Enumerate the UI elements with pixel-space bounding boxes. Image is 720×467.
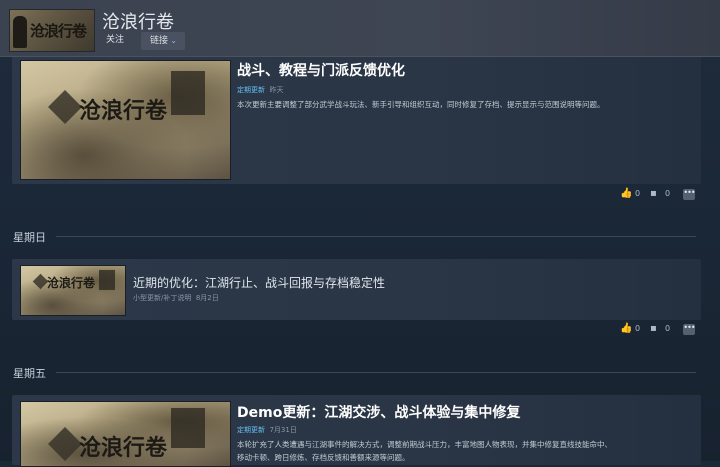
thumbs-up-icon[interactable]: 👍 xyxy=(620,188,632,199)
post-date: 8月2日 xyxy=(195,294,219,302)
post-thumbnail[interactable]: 沧浪行卷 xyxy=(20,60,231,180)
post-description-line: 本轮扩充了人类遭遇与江湖事件的解决方式，调整前期战斗压力，丰富地图人物表现，并集… xyxy=(237,440,612,449)
post-card[interactable]: 沧浪行卷 近期的优化：江湖行止、战斗回报与存档稳定性 小型更新/补丁说明 8月2… xyxy=(12,259,701,320)
post-description: 本次更新主要调整了部分武学战斗玩法、新手引导和组织互动，同时修复了存档、提示显示… xyxy=(237,100,605,109)
post-meta: 小型更新/补丁说明 8月2日 xyxy=(133,293,219,303)
post-title[interactable]: Demo更新：江湖交涉、战斗体验与集中修复 xyxy=(237,402,520,422)
post-title[interactable]: 战斗、教程与门派反馈优化 xyxy=(237,60,405,80)
app-header: 沧浪行卷 沧浪行卷 关注 链接 ⌄ xyxy=(0,0,720,57)
more-icon[interactable]: ••• xyxy=(683,324,696,335)
post-date: 昨天 xyxy=(269,86,284,94)
thumbnail-tower xyxy=(99,270,115,290)
thumbnail-emblem xyxy=(48,427,82,461)
links-label: 链接 xyxy=(150,36,169,46)
comment-count: 0 xyxy=(665,324,671,333)
day-label: 星期日 xyxy=(13,231,46,244)
app-title: 沧浪行卷 xyxy=(102,12,174,33)
post-description-line: 移动卡顿、跨日修炼、存档反馈和善额来源等问题。 xyxy=(237,453,410,462)
day-label: 星期五 xyxy=(13,367,46,380)
thumbnail-title: 沧浪行卷 xyxy=(79,98,168,124)
app-logo[interactable]: 沧浪行卷 xyxy=(9,9,95,52)
logo-text: 沧浪行卷 xyxy=(30,22,87,40)
thumbnail-emblem xyxy=(32,273,49,290)
thumbnail-emblem xyxy=(48,90,82,124)
thumbs-up-icon[interactable]: 👍 xyxy=(620,323,632,334)
post-tag[interactable]: 定期更新 xyxy=(237,426,265,434)
day-divider xyxy=(56,372,696,373)
like-count: 0 xyxy=(635,189,641,198)
like-count: 0 xyxy=(635,324,641,333)
post-description: 本轮扩充了人类遭遇与江湖事件的解决方式，调整前期战斗压力，丰富地图人物表现，并集… xyxy=(237,438,697,464)
comment-icon[interactable]: ▪ xyxy=(650,323,657,334)
post-card[interactable]: 沧浪行卷 Demo更新：江湖交涉、战斗体验与集中修复 定期更新 7月31日 本轮… xyxy=(12,395,701,467)
post-meta: 定期更新 昨天 xyxy=(237,85,283,95)
follow-button[interactable]: 关注 xyxy=(100,32,130,49)
comment-count: 0 xyxy=(665,189,671,198)
post-card[interactable]: 沧浪行卷 战斗、教程与门派反馈优化 定期更新 昨天 本次更新主要调整了部分武学战… xyxy=(12,42,701,184)
post-tag[interactable]: 小型更新/补丁说明 xyxy=(133,294,191,302)
links-dropdown[interactable]: 链接 ⌄ xyxy=(141,32,185,50)
post-thumbnail[interactable]: 沧浪行卷 xyxy=(20,401,231,467)
post-date: 7月31日 xyxy=(269,426,297,434)
logo-figure xyxy=(13,16,27,48)
chevron-down-icon: ⌄ xyxy=(170,36,177,45)
post-meta: 定期更新 7月31日 xyxy=(237,425,297,435)
thumbnail-title: 沧浪行卷 xyxy=(47,276,96,290)
post-title[interactable]: 近期的优化：江湖行止、战斗回报与存档稳定性 xyxy=(133,274,385,291)
thumbnail-tower xyxy=(171,408,205,448)
thumbnail-tower xyxy=(171,71,205,115)
more-icon[interactable]: ••• xyxy=(683,189,696,200)
post-thumbnail[interactable]: 沧浪行卷 xyxy=(20,265,126,316)
post-tag[interactable]: 定期更新 xyxy=(237,86,265,94)
day-divider xyxy=(56,236,696,237)
comment-icon[interactable]: ▪ xyxy=(650,188,657,199)
thumbnail-title: 沧浪行卷 xyxy=(79,435,168,461)
